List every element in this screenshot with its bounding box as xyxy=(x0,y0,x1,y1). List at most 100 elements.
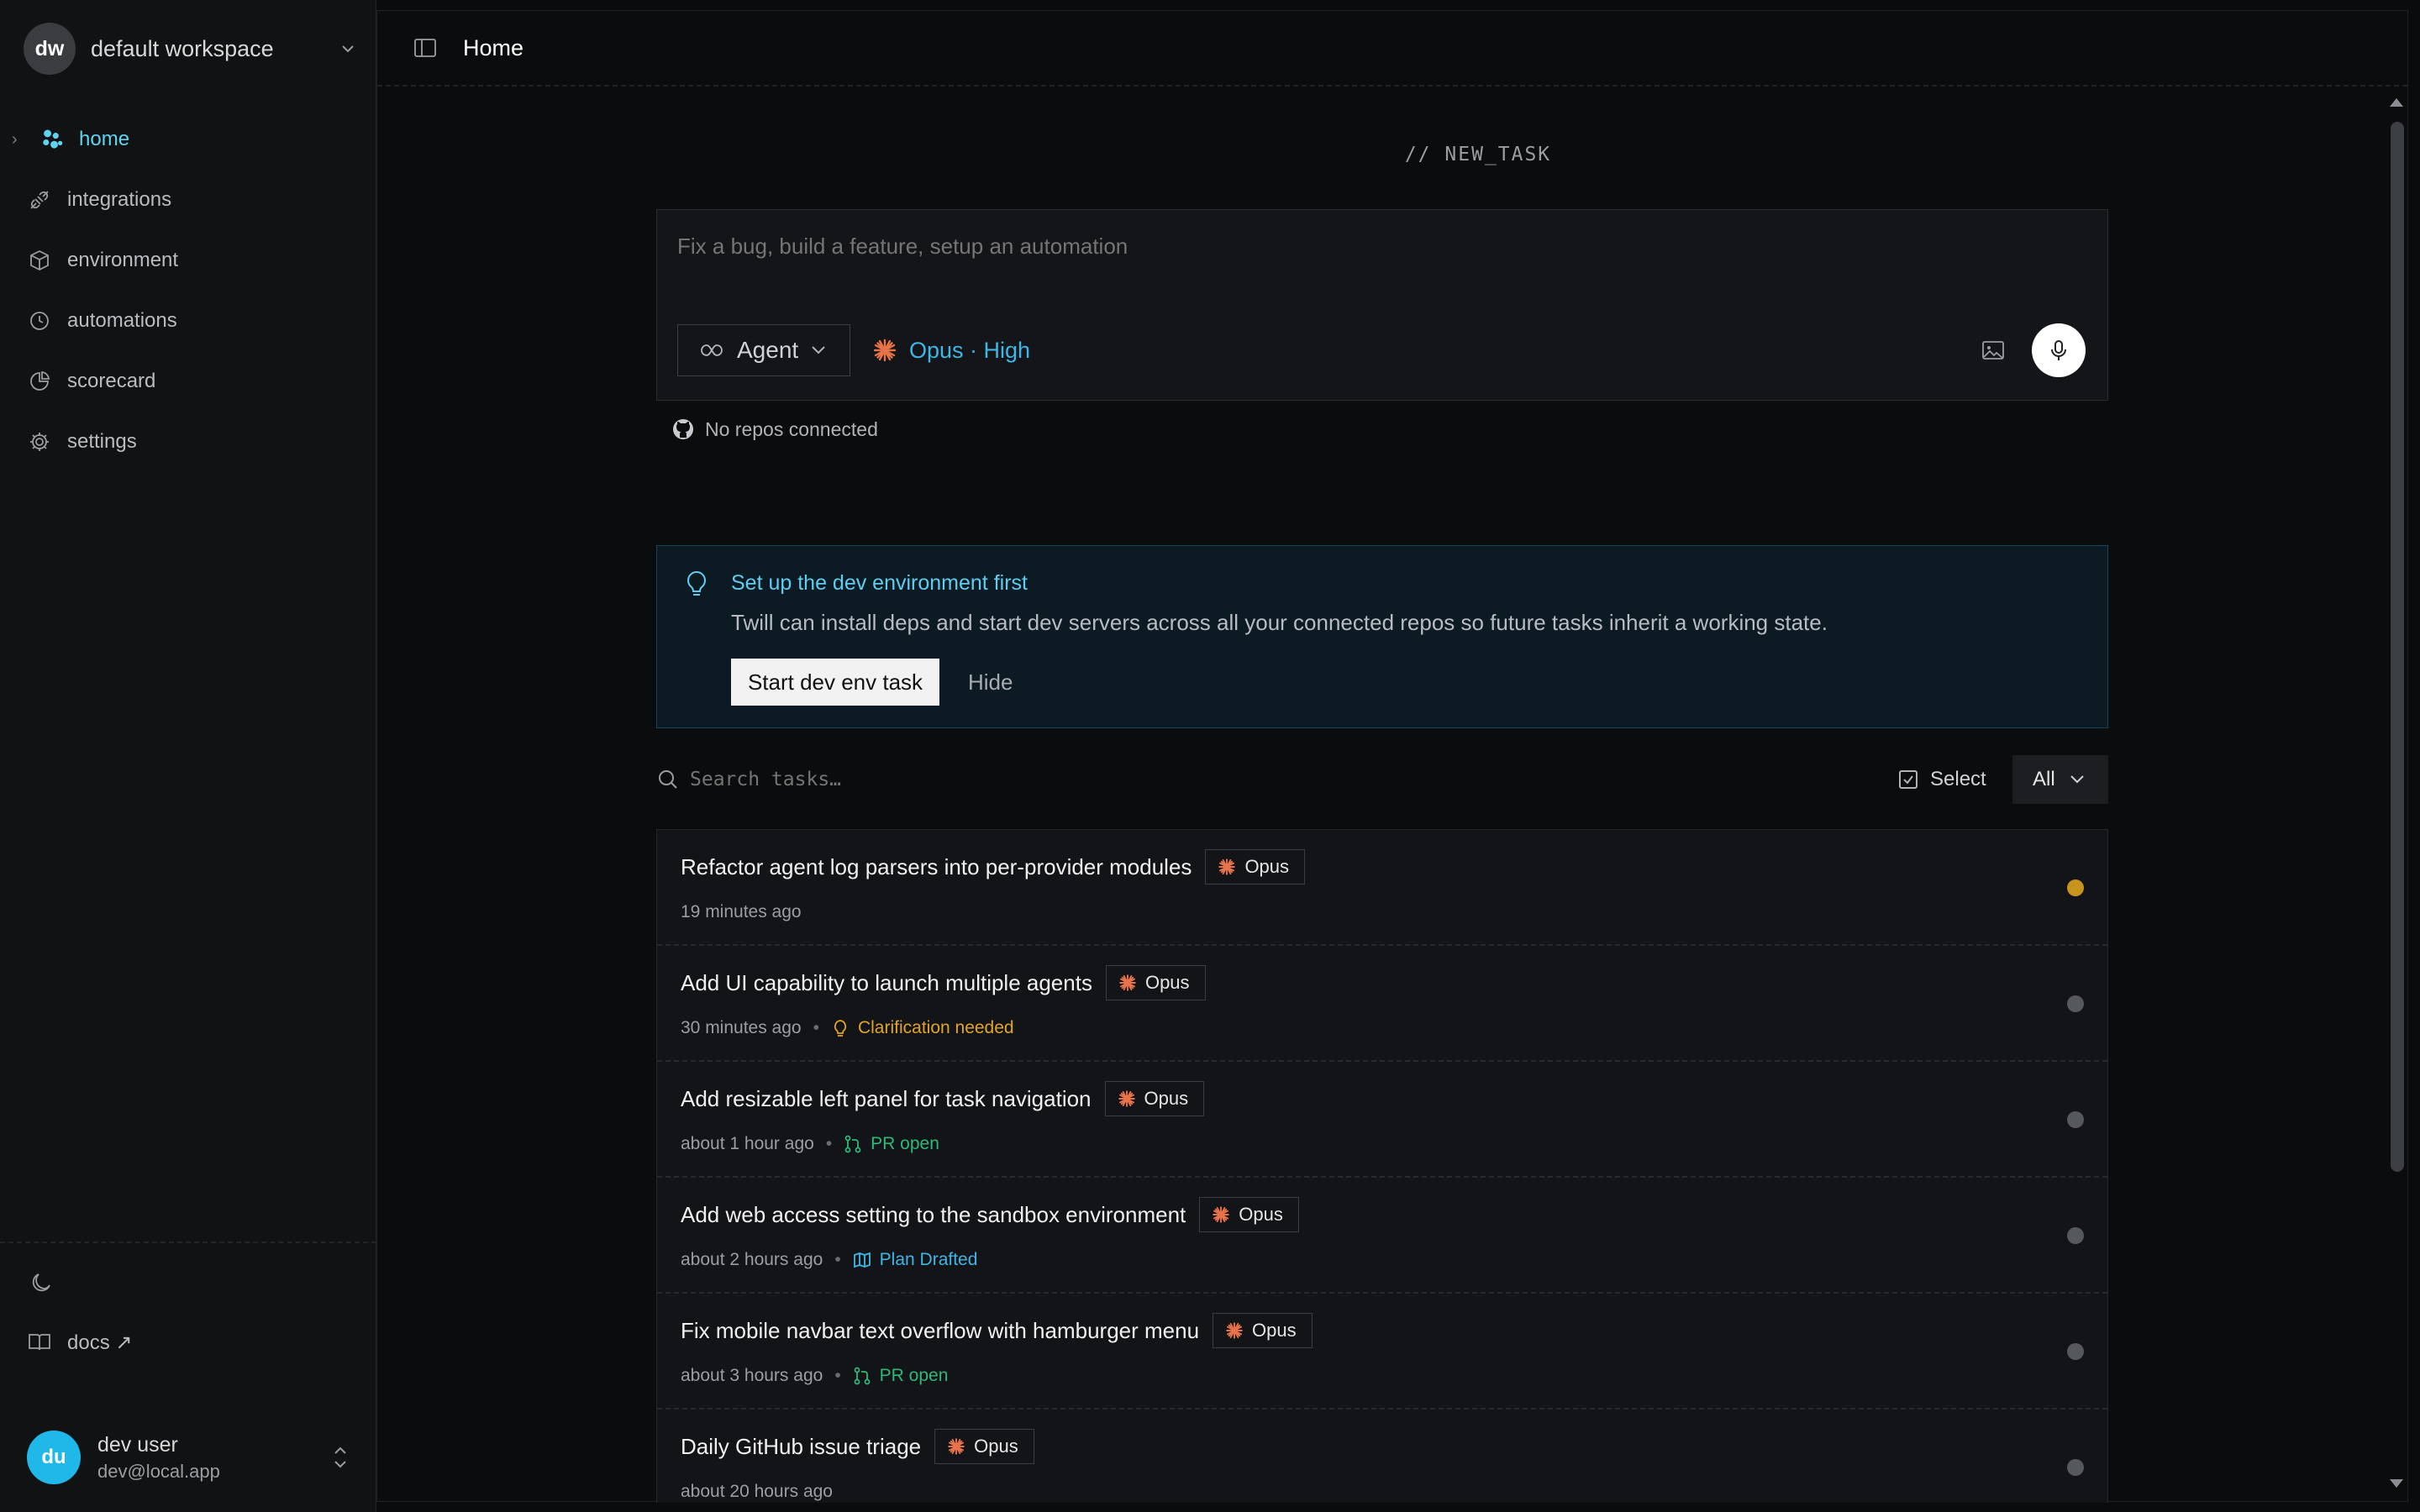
task-title: Fix mobile navbar text overflow with ham… xyxy=(681,1317,1200,1343)
infinity-icon xyxy=(701,344,723,356)
sparkle-icon xyxy=(1226,1322,1243,1339)
sidebar-item-scorecard[interactable]: scorecard xyxy=(0,351,376,412)
task-filter-dropdown[interactable]: All xyxy=(2012,755,2108,804)
task-row[interactable]: Add web access setting to the sandbox en… xyxy=(657,1178,2107,1294)
moon-icon[interactable] xyxy=(29,1270,54,1295)
cube-icon xyxy=(27,248,52,273)
chevron-right-icon: › xyxy=(12,129,18,149)
banner-title: Set up the dev environment first xyxy=(731,571,1028,595)
scrollbar-thumb[interactable] xyxy=(2391,122,2404,1172)
github-icon xyxy=(673,419,693,439)
checkbox-icon xyxy=(1899,770,1918,789)
sidebar-nav: › home integrations environment automati… xyxy=(0,109,376,472)
task-time: about 2 hours ago xyxy=(681,1250,823,1269)
task-meta: about 1 hour ago • PR open xyxy=(681,1134,939,1154)
model-badge: Opus xyxy=(934,1429,1034,1464)
sidebar-item-automations[interactable]: automations xyxy=(0,291,376,351)
image-upload-icon[interactable] xyxy=(1981,339,2005,361)
task-row[interactable]: Add UI capability to launch multiple age… xyxy=(657,946,2107,1062)
agent-mode-dropdown[interactable]: Agent xyxy=(677,324,850,376)
microphone-icon xyxy=(2051,340,2066,360)
status-indicator-dot xyxy=(2067,879,2084,896)
status-indicator-dot xyxy=(2067,1343,2084,1360)
home-icon xyxy=(39,127,64,152)
task-title-row: Add resizable left panel for task naviga… xyxy=(681,1080,1205,1117)
task-title-row: Add UI capability to launch multiple age… xyxy=(681,964,1206,1001)
select-toggle-button[interactable]: Select xyxy=(1898,755,1986,804)
sidebar-item-label: environment xyxy=(67,249,179,271)
workspace-switcher[interactable]: dw default workspace xyxy=(24,22,358,76)
repos-label: No repos connected xyxy=(705,417,878,440)
sidebar-item-home[interactable]: › home xyxy=(0,109,376,170)
sidebar-item-label: home xyxy=(79,128,130,150)
sidebar-item-environment[interactable]: environment xyxy=(0,230,376,291)
repos-status[interactable]: No repos connected xyxy=(671,417,878,441)
book-icon xyxy=(29,1334,50,1351)
workspace-avatar: dw xyxy=(24,23,76,75)
model-badge-label: Opus xyxy=(974,1436,1018,1457)
sidebar: dw default workspace › home integrations… xyxy=(0,0,376,1512)
task-status: PR open xyxy=(844,1134,939,1154)
sidebar-divider xyxy=(0,1242,376,1243)
pull-request-icon xyxy=(854,1367,871,1385)
task-time: about 20 hours ago xyxy=(681,1482,833,1501)
sparkle-icon xyxy=(873,339,897,362)
chevron-down-icon xyxy=(812,346,825,354)
task-status: Plan Drafted xyxy=(853,1250,978,1270)
gear-icon xyxy=(27,429,52,454)
task-title: Add web access setting to the sandbox en… xyxy=(681,1201,1186,1227)
task-time: 30 minutes ago xyxy=(681,1018,802,1037)
model-badge-label: Opus xyxy=(1144,972,1190,993)
sidebar-item-integrations[interactable]: integrations xyxy=(0,170,376,230)
task-title: Add UI capability to launch multiple age… xyxy=(681,969,1092,995)
task-status-label: Plan Drafted xyxy=(879,1250,978,1269)
status-indicator-dot xyxy=(2067,1459,2084,1476)
sidebar-toggle-icon[interactable] xyxy=(413,35,438,60)
model-badge: Opus xyxy=(1105,965,1206,1000)
model-label: Opus · High xyxy=(909,337,1031,363)
user-menu[interactable]: du dev user dev@local.app xyxy=(27,1428,350,1487)
task-meta: about 2 hours ago • Plan Drafted xyxy=(681,1250,977,1270)
separator-dot: • xyxy=(834,1366,841,1385)
filter-label: All xyxy=(2033,768,2055,790)
clock-icon xyxy=(27,308,52,333)
task-time: about 3 hours ago xyxy=(681,1366,823,1385)
docs-link[interactable]: docs ↗ xyxy=(27,1327,132,1357)
banner-description: Twill can install deps and start dev ser… xyxy=(731,610,1828,635)
task-row[interactable]: Refactor agent log parsers into per-prov… xyxy=(657,830,2107,946)
model-badge: Opus xyxy=(1199,1197,1299,1232)
task-row[interactable]: Daily GitHub issue triage Opus about 20 ho… xyxy=(657,1410,2107,1503)
sidebar-item-label: settings xyxy=(67,430,137,453)
user-name: dev user xyxy=(97,1432,178,1457)
task-meta: about 3 hours ago • PR open xyxy=(681,1366,948,1386)
task-composer: Agent Opus · High xyxy=(656,209,2108,401)
task-meta: 19 minutes ago xyxy=(681,902,802,922)
chart-icon xyxy=(27,369,52,394)
search-input[interactable] xyxy=(690,769,1194,790)
task-status-label: Clarification needed xyxy=(857,1018,1014,1037)
scroll-down-arrow-icon[interactable] xyxy=(2390,1479,2403,1488)
task-prompt-input[interactable] xyxy=(677,234,2022,260)
plug-icon xyxy=(27,187,52,213)
scrollbar[interactable] xyxy=(2386,88,2407,1501)
user-email: dev@local.app xyxy=(97,1460,220,1482)
sidebar-item-settings[interactable]: settings xyxy=(0,412,376,472)
microphone-button[interactable] xyxy=(2032,323,2086,377)
task-row[interactable]: Fix mobile navbar text overflow with ham… xyxy=(657,1294,2107,1410)
status-indicator-dot xyxy=(2067,995,2084,1012)
sparkle-icon xyxy=(1119,974,1136,991)
map-icon xyxy=(853,1252,871,1268)
hide-banner-button[interactable]: Hide xyxy=(968,659,1013,706)
topbar: Home xyxy=(377,11,2407,87)
task-row[interactable]: Add resizable left panel for task naviga… xyxy=(657,1062,2107,1178)
separator-dot: • xyxy=(834,1250,841,1269)
status-indicator-dot xyxy=(2067,1227,2084,1244)
status-indicator-dot xyxy=(2067,1111,2084,1128)
start-dev-env-button[interactable]: Start dev env task xyxy=(731,659,939,706)
dev-env-banner: Set up the dev environment first Twill c… xyxy=(656,545,2108,728)
scroll-up-arrow-icon[interactable] xyxy=(2390,98,2403,107)
task-title-row: Refactor agent log parsers into per-prov… xyxy=(681,848,1306,885)
task-title-row: Daily GitHub issue triage Opus xyxy=(681,1428,1034,1465)
docs-label: docs ↗ xyxy=(67,1331,133,1354)
model-selector[interactable]: Opus · High xyxy=(872,324,1030,376)
